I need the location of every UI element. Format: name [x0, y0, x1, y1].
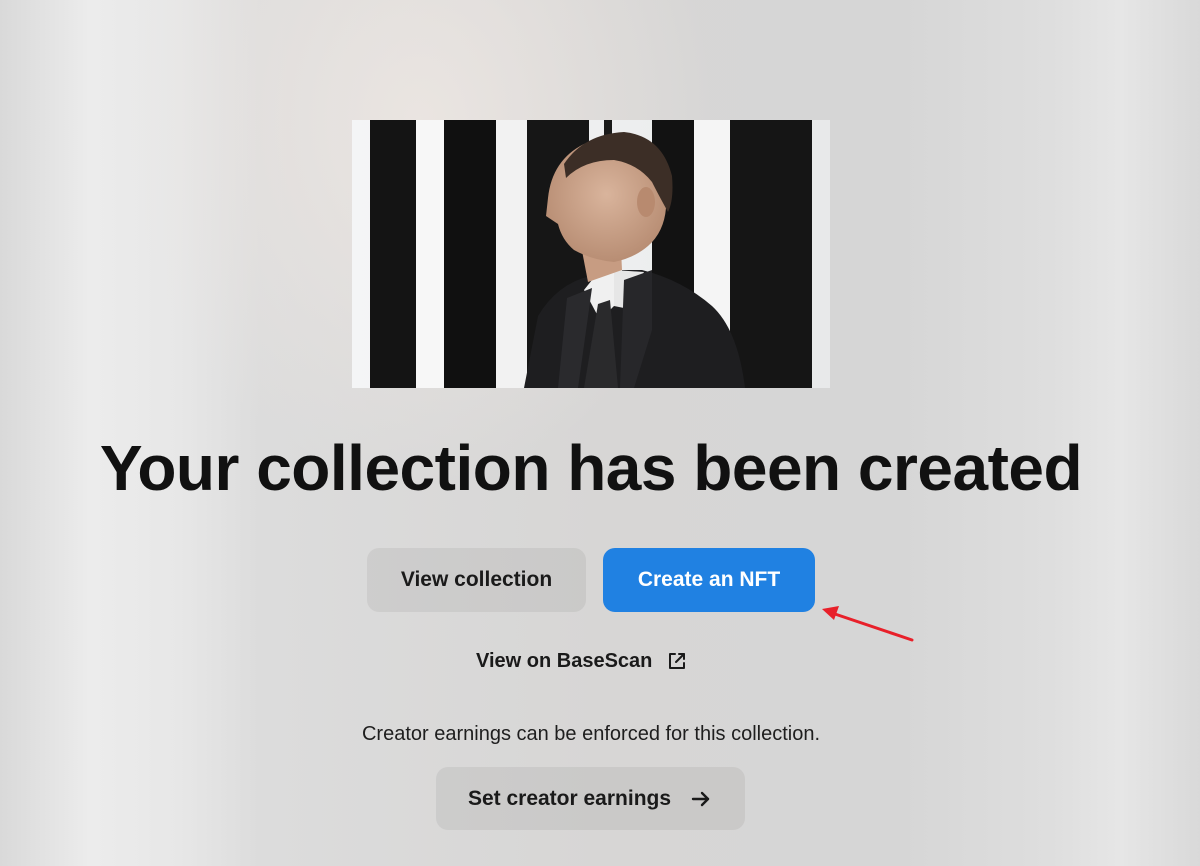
- creator-earnings-note: Creator earnings can be enforced for thi…: [361, 723, 821, 745]
- create-nft-button[interactable]: Create an NFT: [603, 548, 815, 612]
- set-creator-earnings-button[interactable]: Set creator earnings: [436, 767, 745, 830]
- set-creator-earnings-label: Set creator earnings: [467, 786, 672, 810]
- annotation-arrow: [822, 606, 914, 642]
- arrow-right-icon: [691, 791, 710, 806]
- collection-image: [352, 120, 830, 388]
- collection-image-art: [352, 120, 830, 388]
- view-on-basescan-label: View on BaseScan: [476, 649, 653, 672]
- view-collection-button[interactable]: View collection: [367, 548, 586, 612]
- view-on-basescan-link[interactable]: View on BaseScan: [476, 646, 688, 676]
- external-link-icon: [669, 653, 686, 669]
- page-title: Your collection has been created: [99, 432, 1083, 504]
